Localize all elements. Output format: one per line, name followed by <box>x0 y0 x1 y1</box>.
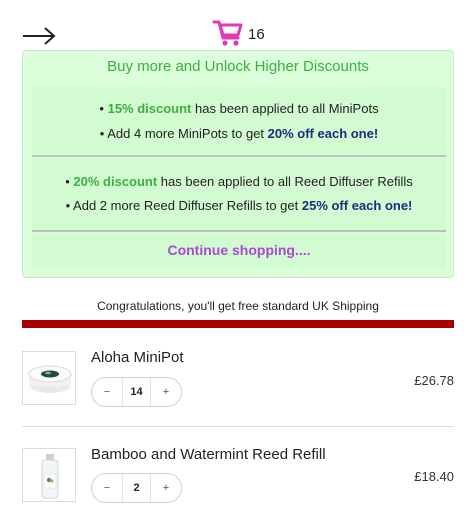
minipot-image <box>23 352 75 404</box>
tier-upsell-text: • Add 4 more MiniPots to get <box>99 126 268 141</box>
product-image[interactable] <box>22 448 76 502</box>
discount-highlight: 20% discount <box>73 174 158 189</box>
shipping-message: Congratulations, you'll get free standar… <box>97 299 379 313</box>
product-price: £18.40 <box>414 469 454 484</box>
continue-section: Continue shopping.... <box>32 233 446 269</box>
top-bar: 16 <box>0 0 469 50</box>
upsell-highlight: 25% off each one! <box>301 198 413 213</box>
arrow-right-icon[interactable] <box>22 26 56 46</box>
cart-item: Bamboo and Watermint Reed Refill − 2 + £… <box>22 437 454 527</box>
shopping-cart-icon <box>212 20 243 46</box>
tier-applied-text: has been applied to all Reed Diffuser Re… <box>157 174 413 189</box>
discount-highlight: 15% discount <box>107 101 192 116</box>
reed-refill-image <box>23 449 75 501</box>
quantity-value[interactable]: 14 <box>122 378 151 406</box>
increase-quantity-button[interactable]: + <box>151 474 181 502</box>
tier-upsell-line: • Add 2 more Reed Diffuser Refills to ge… <box>32 198 446 213</box>
upsell-highlight: 20% off each one! <box>267 126 379 141</box>
tier-divider <box>32 230 446 232</box>
decrease-quantity-button[interactable]: − <box>92 474 122 502</box>
tier-applied-text: has been applied to all MiniPots <box>191 101 379 116</box>
tier-upsell-text: • Add 2 more Reed Diffuser Refills to ge… <box>65 198 302 213</box>
increase-quantity-button[interactable]: + <box>151 378 181 406</box>
discount-title: Buy more and Unlock Higher Discounts <box>107 58 369 75</box>
quantity-value[interactable]: 2 <box>122 474 151 502</box>
cart-item: Aloha MiniPot − 14 + £26.78 <box>22 340 454 426</box>
item-divider <box>22 426 454 427</box>
discount-tier-refills: • 20% discount has been applied to all R… <box>32 158 446 230</box>
product-name[interactable]: Bamboo and Watermint Reed Refill <box>91 446 326 463</box>
cart-button[interactable] <box>212 17 244 49</box>
quantity-stepper: − 14 + <box>91 377 182 407</box>
tier-divider <box>32 155 446 157</box>
tier-applied-line: • 20% discount has been applied to all R… <box>32 174 446 189</box>
continue-shopping-link[interactable]: Continue shopping.... <box>32 242 446 258</box>
decrease-quantity-button[interactable]: − <box>92 378 122 406</box>
quantity-stepper: − 2 + <box>91 473 182 503</box>
bullet: • <box>99 101 108 116</box>
discount-panel: Buy more and Unlock Higher Discounts • 1… <box>22 50 454 278</box>
product-image[interactable] <box>22 351 76 405</box>
product-name[interactable]: Aloha MiniPot <box>91 349 184 366</box>
discount-tier-minipots: • 15% discount has been applied to all M… <box>32 87 446 155</box>
tier-upsell-line: • Add 4 more MiniPots to get 20% off eac… <box>32 126 446 141</box>
product-price: £26.78 <box>414 373 454 388</box>
shipping-progress-bar <box>22 320 454 328</box>
tier-applied-line: • 15% discount has been applied to all M… <box>32 101 446 116</box>
cart-count-badge: 16 <box>248 26 265 43</box>
